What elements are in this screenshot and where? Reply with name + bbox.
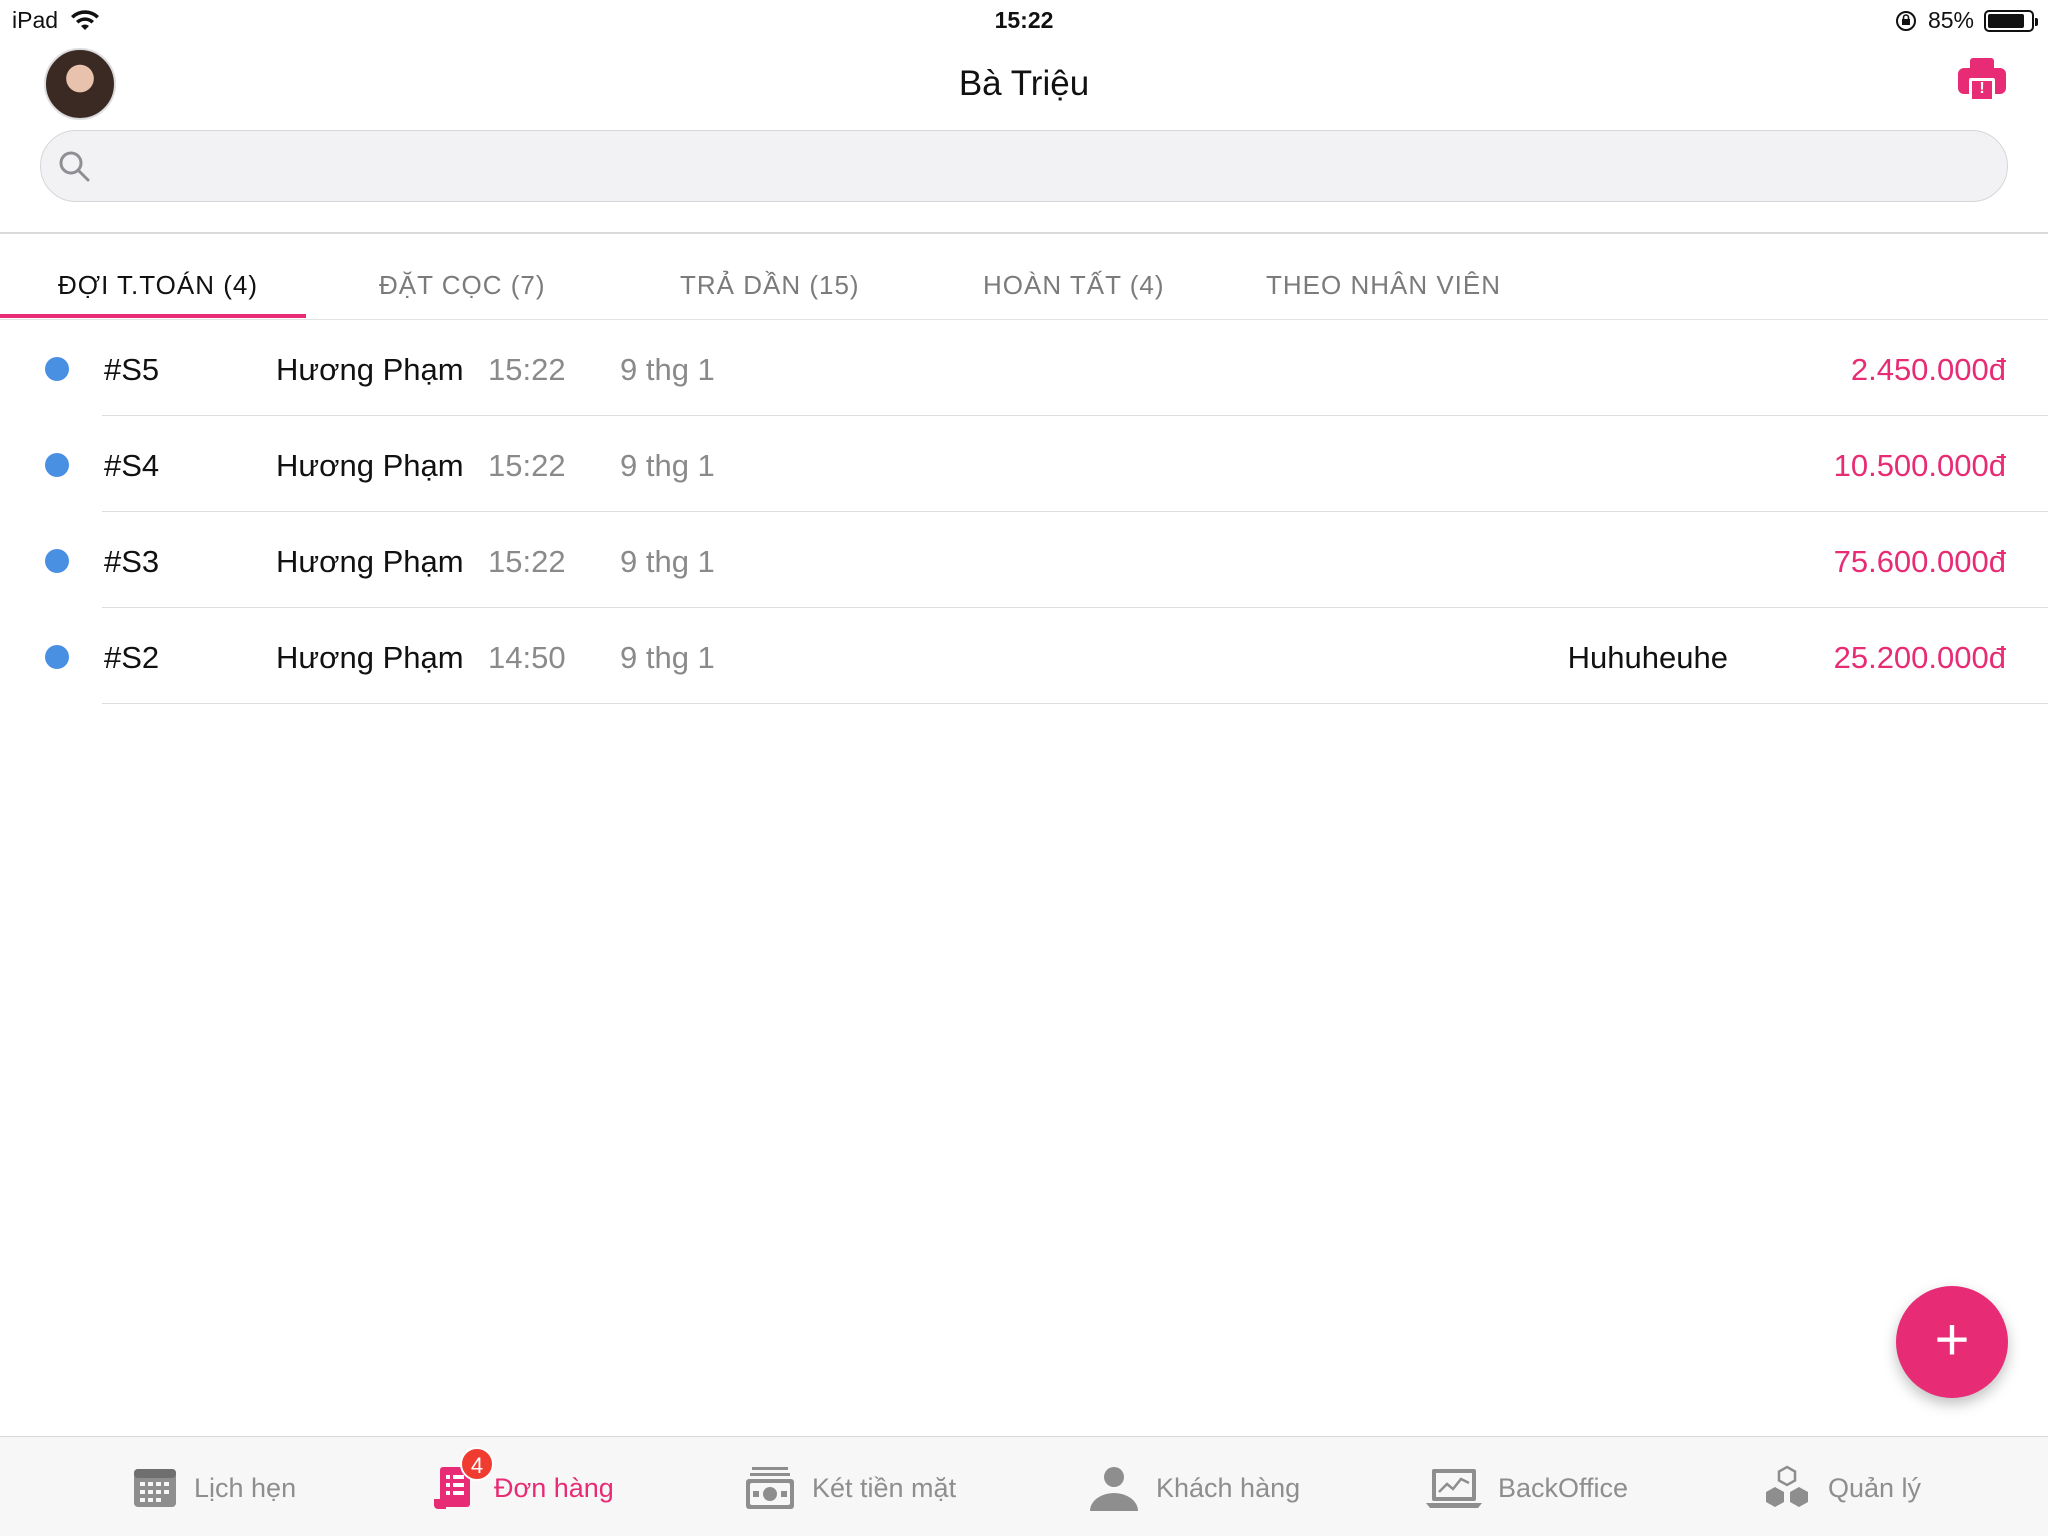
tabbar-item-appointments[interactable]: Lịch hẹn [132, 1463, 296, 1513]
tabbar-item-customers[interactable]: Khách hàng [1088, 1463, 1300, 1513]
order-date: 9 thg 1 [620, 448, 715, 483]
order-time: 15:22 [488, 544, 566, 579]
customer-name: Hương Phạm [276, 640, 464, 675]
tabbar-label: Lịch hẹn [194, 1472, 297, 1503]
order-time: 15:22 [488, 352, 566, 387]
order-amount: 10.500.000đ [1833, 448, 2006, 483]
customer-name: Hương Phạm [276, 544, 464, 579]
table-row[interactable]: #S2 Hương Phạm 14:50 9 thg 1 Huhuheuhe 2… [0, 608, 2048, 704]
order-time: 15:22 [488, 448, 566, 483]
status-dot [45, 645, 69, 669]
page-title: Bà Triệu [958, 64, 1090, 103]
search-input[interactable] [107, 131, 1987, 201]
search-bar[interactable] [40, 130, 2008, 202]
active-tab-indicator [0, 314, 306, 318]
status-dot [45, 357, 69, 381]
status-bar: iPad 15:22 85% [0, 0, 2048, 40]
tab-deposit[interactable]: ĐẶT CỌC (7) [379, 270, 546, 301]
order-note: Huhuheuhe [1567, 640, 1728, 675]
calendar-icon [134, 1469, 176, 1507]
laptop-chart-icon [1426, 1469, 1482, 1508]
order-amount: 75.600.000đ [1833, 544, 2006, 579]
tabbar-label: Đơn hàng [494, 1472, 614, 1503]
order-date: 9 thg 1 [620, 640, 715, 675]
order-id: #S3 [104, 544, 160, 579]
battery-percent: 85% [1927, 7, 1974, 33]
tabbar-item-orders[interactable]: 4 Đơn hàng [432, 1447, 614, 1513]
order-amount: 25.200.000đ [1833, 640, 2006, 675]
tab-by-staff[interactable]: THEO NHÂN VIÊN [1266, 270, 1501, 301]
add-order-button[interactable]: + [1896, 1286, 2008, 1398]
order-id: #S2 [104, 640, 160, 675]
tabbar-label: Két tiền mặt [812, 1472, 957, 1503]
order-tabs: ĐỢI T.TOÁN (4) ĐẶT CỌC (7) TRẢ DẦN (15) … [0, 234, 2048, 320]
cash-register-icon [746, 1467, 794, 1509]
status-dot [45, 549, 69, 573]
tab-completed[interactable]: HOÀN TẤT (4) [983, 270, 1165, 301]
tabbar-label: Quản lý [1828, 1472, 1922, 1503]
search-icon [59, 151, 90, 182]
tabbar-label: BackOffice [1498, 1472, 1629, 1503]
tabbar-label: Khách hàng [1156, 1472, 1301, 1503]
person-icon [1090, 1467, 1138, 1511]
cubes-icon [1766, 1465, 1808, 1507]
tab-awaiting-payment[interactable]: ĐỢI T.TOÁN (4) [58, 270, 258, 301]
order-date: 9 thg 1 [620, 544, 715, 579]
bottom-tab-bar: Lịch hẹn 4 Đơn hàng Két tiền mặt Khách h… [0, 1436, 2048, 1536]
orders-badge: 4 [460, 1447, 494, 1481]
order-id: #S4 [104, 448, 160, 483]
tab-installment[interactable]: TRẢ DẦN (15) [680, 270, 860, 301]
tabbar-item-cash-drawer[interactable]: Két tiền mặt [744, 1463, 956, 1513]
order-amount: 2.450.000đ [1850, 352, 2006, 387]
tabbar-item-management[interactable]: Quản lý [1762, 1463, 1921, 1513]
tabbar-item-backoffice[interactable]: BackOffice [1426, 1463, 1628, 1513]
status-time: 15:22 [994, 7, 1054, 33]
status-dot [45, 453, 69, 477]
table-row[interactable]: #S5 Hương Phạm 15:22 9 thg 1 2.450.000đ [0, 320, 2048, 416]
printer-alert-button[interactable]: ! [1958, 58, 2006, 104]
table-row[interactable]: #S4 Hương Phạm 15:22 9 thg 1 10.500.000đ [0, 416, 2048, 512]
customer-name: Hương Phạm [276, 448, 464, 483]
order-date: 9 thg 1 [620, 352, 715, 387]
rotation-lock-icon [1895, 10, 1916, 31]
table-row[interactable]: #S3 Hương Phạm 15:22 9 thg 1 75.600.000đ [0, 512, 2048, 608]
order-time: 14:50 [488, 640, 566, 675]
order-id: #S5 [104, 352, 160, 387]
row-divider [102, 702, 2048, 704]
battery-icon [1984, 9, 2038, 32]
customer-name: Hương Phạm [276, 352, 464, 387]
